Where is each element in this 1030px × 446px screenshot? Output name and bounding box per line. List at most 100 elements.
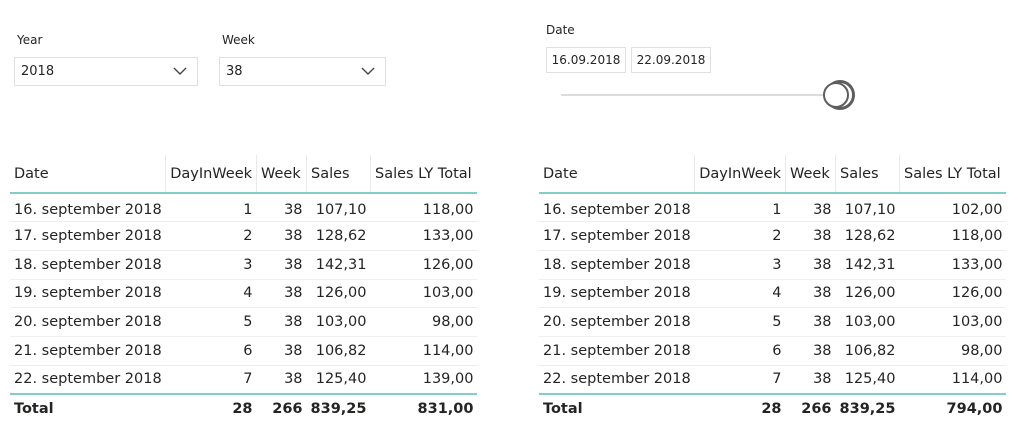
chevron-down-icon xyxy=(361,67,375,75)
table-row: 22. september 2018 7 38 125,40 114,00 xyxy=(539,365,1007,395)
cell-date: 19. september 2018 xyxy=(10,279,166,309)
week-dropdown[interactable]: 38 xyxy=(219,57,386,86)
cell-date: 19. september 2018 xyxy=(539,279,695,309)
column-header-dayinweek[interactable]: DayInWeek xyxy=(165,155,257,194)
cell-sales-ly-total: 126,00 xyxy=(370,250,478,280)
table-row: 21. september 2018 6 38 106,82 114,00 xyxy=(10,336,478,366)
cell-week: 38 xyxy=(256,279,307,309)
week-dropdown-value: 38 xyxy=(226,64,243,79)
cell-sales: 125,40 xyxy=(835,365,900,395)
cell-dayinweek: 5 xyxy=(694,307,786,337)
total-sales-ly-total: 794,00 xyxy=(899,392,1007,423)
cell-dayinweek: 7 xyxy=(165,365,257,395)
cell-dayinweek: 3 xyxy=(165,250,257,280)
cell-sales-ly-total: 133,00 xyxy=(899,250,1007,280)
table-total-row: Total 28 266 839,25 831,00 xyxy=(10,392,478,423)
cell-date: 16. september 2018 xyxy=(10,193,166,223)
cell-date: 21. september 2018 xyxy=(539,336,695,366)
total-dayinweek: 28 xyxy=(165,392,257,423)
total-sales: 839,25 xyxy=(835,392,900,423)
cell-sales: 128,62 xyxy=(306,221,371,251)
year-slicer-label: Year xyxy=(17,33,43,47)
table-row: 20. september 2018 5 38 103,00 98,00 xyxy=(10,307,478,337)
cell-sales-ly-total: 103,00 xyxy=(899,307,1007,337)
column-header-week[interactable]: Week xyxy=(256,155,307,194)
date-start-input[interactable]: 16.09.2018 xyxy=(546,47,626,73)
table-header-row: Date DayInWeek Week Sales Sales LY Total xyxy=(10,155,478,194)
cell-sales-ly-total: 103,00 xyxy=(370,279,478,309)
cell-date: 17. september 2018 xyxy=(539,221,695,251)
date-slider-handle-end[interactable] xyxy=(823,82,849,108)
cell-sales-ly-total: 114,00 xyxy=(370,336,478,366)
table-row: 19. september 2018 4 38 126,00 126,00 xyxy=(539,279,1007,309)
cell-sales-ly-total: 98,00 xyxy=(370,307,478,337)
cell-dayinweek: 2 xyxy=(165,221,257,251)
date-slicer-label: Date xyxy=(546,23,575,37)
column-header-date[interactable]: Date xyxy=(539,155,695,194)
cell-week: 38 xyxy=(256,221,307,251)
cell-dayinweek: 5 xyxy=(165,307,257,337)
cell-sales: 125,40 xyxy=(306,365,371,395)
cell-dayinweek: 1 xyxy=(694,193,786,223)
sales-table-right: Date DayInWeek Week Sales Sales LY Total… xyxy=(539,155,1007,423)
column-header-week[interactable]: Week xyxy=(785,155,836,194)
cell-week: 38 xyxy=(256,307,307,337)
table-row: 16. september 2018 1 38 107,10 102,00 xyxy=(539,193,1007,223)
cell-sales: 106,82 xyxy=(835,336,900,366)
cell-week: 38 xyxy=(785,336,836,366)
table-row: 18. september 2018 3 38 142,31 133,00 xyxy=(539,250,1007,280)
cell-date: 21. september 2018 xyxy=(10,336,166,366)
week-slicer-label: Week xyxy=(222,33,255,47)
cell-sales-ly-total: 139,00 xyxy=(370,365,478,395)
table-header-row: Date DayInWeek Week Sales Sales LY Total xyxy=(539,155,1007,194)
cell-dayinweek: 6 xyxy=(694,336,786,366)
cell-date: 22. september 2018 xyxy=(539,365,695,395)
cell-sales-ly-total: 118,00 xyxy=(370,193,478,223)
cell-sales: 126,00 xyxy=(835,279,900,309)
column-header-dayinweek[interactable]: DayInWeek xyxy=(694,155,786,194)
table-total-row: Total 28 266 839,25 794,00 xyxy=(539,392,1007,423)
total-week: 266 xyxy=(785,392,836,423)
cell-week: 38 xyxy=(256,365,307,395)
table-row: 21. september 2018 6 38 106,82 98,00 xyxy=(539,336,1007,366)
column-header-date[interactable]: Date xyxy=(10,155,166,194)
cell-sales: 103,00 xyxy=(306,307,371,337)
year-dropdown[interactable]: 2018 xyxy=(14,57,198,86)
cell-dayinweek: 3 xyxy=(694,250,786,280)
cell-date: 17. september 2018 xyxy=(10,221,166,251)
cell-week: 38 xyxy=(785,279,836,309)
year-dropdown-value: 2018 xyxy=(21,64,55,79)
cell-dayinweek: 2 xyxy=(694,221,786,251)
total-dayinweek: 28 xyxy=(694,392,786,423)
table-row: 22. september 2018 7 38 125,40 139,00 xyxy=(10,365,478,395)
cell-week: 38 xyxy=(785,307,836,337)
cell-week: 38 xyxy=(785,250,836,280)
total-date: Total xyxy=(10,392,166,423)
chevron-down-icon xyxy=(173,67,187,75)
cell-date: 20. september 2018 xyxy=(10,307,166,337)
sales-table-left: Date DayInWeek Week Sales Sales LY Total… xyxy=(10,155,478,423)
cell-dayinweek: 6 xyxy=(165,336,257,366)
table-row: 20. september 2018 5 38 103,00 103,00 xyxy=(539,307,1007,337)
cell-date: 16. september 2018 xyxy=(539,193,695,223)
cell-sales-ly-total: 98,00 xyxy=(899,336,1007,366)
column-header-sales-ly-total[interactable]: Sales LY Total xyxy=(369,155,478,194)
cell-date: 18. september 2018 xyxy=(539,250,695,280)
cell-dayinweek: 4 xyxy=(694,279,786,309)
cell-week: 38 xyxy=(256,250,307,280)
cell-sales: 128,62 xyxy=(835,221,900,251)
cell-sales: 107,10 xyxy=(835,193,900,223)
date-slider-track[interactable] xyxy=(561,94,841,96)
table-row: 18. september 2018 3 38 142,31 126,00 xyxy=(10,250,478,280)
cell-week: 38 xyxy=(785,221,836,251)
cell-sales: 126,00 xyxy=(306,279,371,309)
date-end-input[interactable]: 22.09.2018 xyxy=(631,47,711,73)
cell-dayinweek: 4 xyxy=(165,279,257,309)
column-header-sales[interactable]: Sales xyxy=(306,155,371,194)
cell-sales: 103,00 xyxy=(835,307,900,337)
column-header-sales[interactable]: Sales xyxy=(835,155,900,194)
cell-sales-ly-total: 114,00 xyxy=(899,365,1007,395)
column-header-sales-ly-total[interactable]: Sales LY Total xyxy=(898,155,1007,194)
total-week: 266 xyxy=(256,392,307,423)
cell-date: 18. september 2018 xyxy=(10,250,166,280)
